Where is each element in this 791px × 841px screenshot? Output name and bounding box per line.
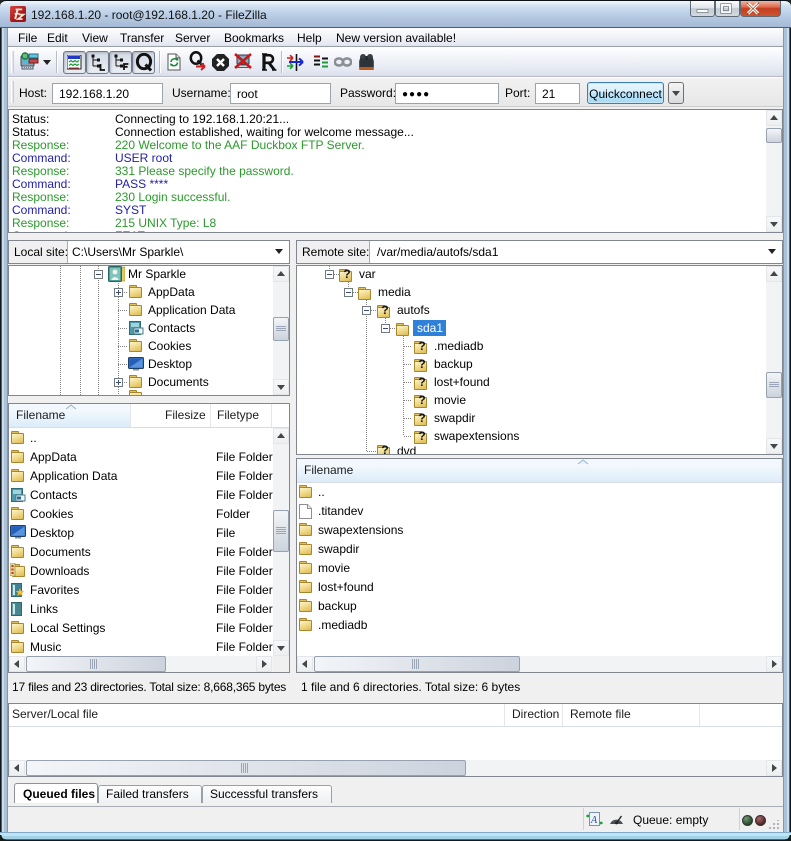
svg-text:A: A — [590, 815, 598, 826]
